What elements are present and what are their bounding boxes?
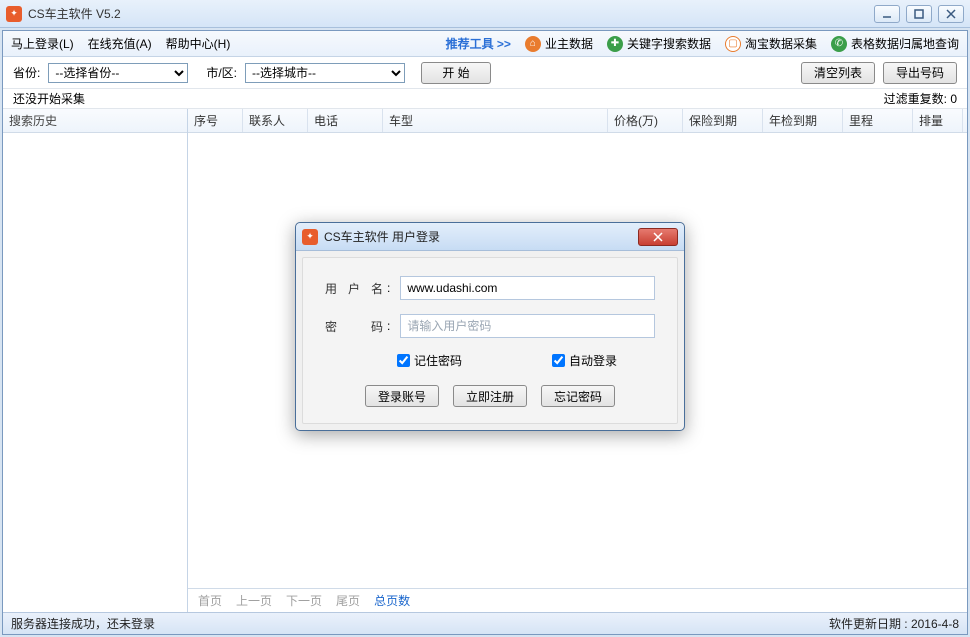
password-label: 密 码	[325, 318, 383, 335]
password-row: 密 码:	[325, 314, 655, 338]
tool-keyword[interactable]: ✚关键字搜索数据	[607, 35, 711, 52]
forgot-button[interactable]: 忘记密码	[541, 385, 615, 407]
page-prev[interactable]: 上一页	[236, 592, 272, 609]
tool-taobao[interactable]: ▢淘宝数据采集	[725, 35, 817, 52]
app-icon: ✦	[6, 6, 22, 22]
window-controls	[874, 5, 964, 23]
collection-status-bar: 还没开始采集 过滤重复数: 0	[3, 89, 967, 109]
dialog-button-row: 登录账号 立即注册 忘记密码	[325, 385, 655, 407]
login-dialog: ✦ CS车主软件 用户登录 用户名: 密 码: 记住密码 自动登录 登录账号 立…	[295, 222, 685, 431]
column-header[interactable]: 联系人	[243, 109, 308, 132]
tool-table-query[interactable]: ✆表格数据归属地查询	[831, 35, 959, 52]
menu-login[interactable]: 马上登录(L)	[11, 35, 74, 52]
province-label: 省份:	[13, 64, 40, 81]
globe-icon: ✚	[607, 36, 623, 52]
column-header[interactable]: 价格(万)	[608, 109, 683, 132]
username-input[interactable]	[400, 276, 655, 300]
username-row: 用户名:	[325, 276, 655, 300]
bottom-status-bar: 服务器连接成功，还未登录 软件更新日期 : 2016-4-8	[3, 612, 967, 634]
export-button[interactable]: 导出号码	[883, 62, 957, 84]
close-button[interactable]	[938, 5, 964, 23]
connection-status: 服务器连接成功，还未登录	[11, 615, 155, 632]
province-select[interactable]: --选择省份--	[48, 63, 188, 83]
page-last[interactable]: 尾页	[336, 592, 360, 609]
column-header[interactable]: 序号	[188, 109, 243, 132]
column-header[interactable]: 排量	[913, 109, 963, 132]
table-header: 序号联系人电话车型价格(万)保险到期年检到期里程排量	[188, 109, 967, 133]
search-history-body	[3, 133, 187, 612]
column-header[interactable]: 里程	[843, 109, 913, 132]
column-header[interactable]: 年检到期	[763, 109, 843, 132]
bag-icon: ▢	[725, 36, 741, 52]
menu-recharge[interactable]: 在线充值(A)	[88, 35, 152, 52]
menubar: 马上登录(L) 在线充值(A) 帮助中心(H) 推荐工具 >> ⌂业主数据 ✚关…	[3, 31, 967, 57]
autologin-checkbox[interactable]: 自动登录	[552, 352, 617, 369]
username-label: 用户名	[325, 280, 383, 297]
window-title: CS车主软件 V5.2	[28, 5, 874, 22]
password-input[interactable]	[400, 314, 655, 338]
left-pane: 搜索历史	[3, 109, 188, 612]
tool-owner[interactable]: ⌂业主数据	[525, 35, 593, 52]
login-button[interactable]: 登录账号	[365, 385, 439, 407]
titlebar: ✦ CS车主软件 V5.2	[0, 0, 970, 28]
register-button[interactable]: 立即注册	[453, 385, 527, 407]
dialog-titlebar: ✦ CS车主软件 用户登录	[296, 223, 684, 251]
dialog-body: 用户名: 密 码: 记住密码 自动登录 登录账号 立即注册 忘记密码	[302, 257, 678, 424]
checkbox-row: 记住密码 自动登录	[325, 352, 655, 369]
page-first[interactable]: 首页	[198, 592, 222, 609]
dialog-close-button[interactable]	[638, 228, 678, 246]
page-next[interactable]: 下一页	[286, 592, 322, 609]
city-label: 市/区:	[206, 64, 237, 81]
dialog-title: CS车主软件 用户登录	[324, 228, 638, 245]
filter-dup: 过滤重复数: 0	[884, 90, 957, 107]
page-total[interactable]: 总页数	[374, 592, 410, 609]
maximize-button[interactable]	[906, 5, 932, 23]
minimize-button[interactable]	[874, 5, 900, 23]
collection-status: 还没开始采集	[13, 90, 85, 107]
filter-bar: 省份: --选择省份-- 市/区: --选择城市-- 开 始 清空列表 导出号码	[3, 57, 967, 89]
column-header[interactable]: 车型	[383, 109, 608, 132]
phone-icon: ✆	[831, 36, 847, 52]
column-header[interactable]: 保险到期	[683, 109, 763, 132]
start-button[interactable]: 开 始	[421, 62, 491, 84]
update-info: 软件更新日期 : 2016-4-8	[829, 615, 959, 632]
menu-help[interactable]: 帮助中心(H)	[166, 35, 231, 52]
recommend-label: 推荐工具 >>	[446, 35, 511, 52]
remember-checkbox[interactable]: 记住密码	[397, 352, 462, 369]
house-icon: ⌂	[525, 36, 541, 52]
pagination: 首页 上一页 下一页 尾页 总页数	[188, 588, 967, 612]
column-header[interactable]: 电话	[308, 109, 383, 132]
app-icon: ✦	[302, 229, 318, 245]
city-select[interactable]: --选择城市--	[245, 63, 405, 83]
search-history-header: 搜索历史	[3, 109, 187, 133]
clear-list-button[interactable]: 清空列表	[801, 62, 875, 84]
